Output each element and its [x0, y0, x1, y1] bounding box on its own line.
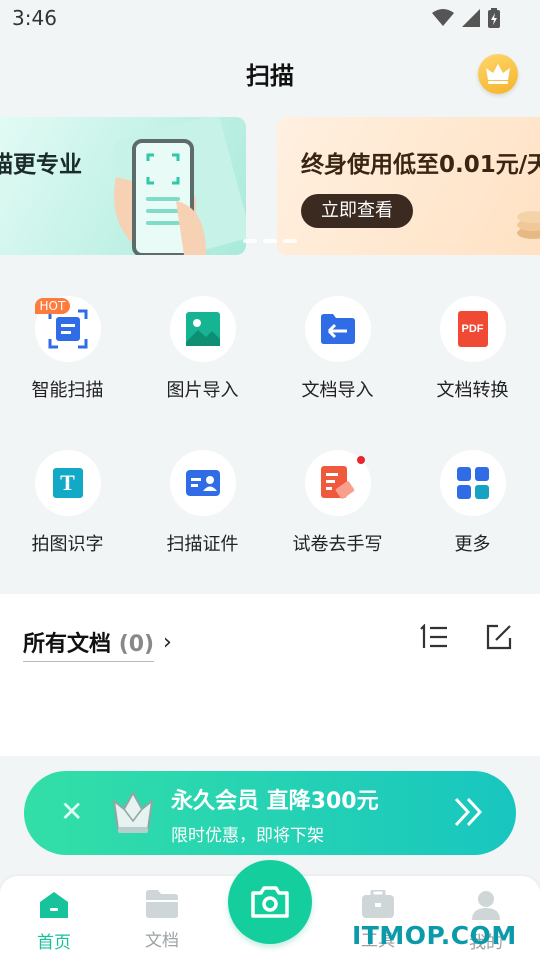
status-time: 3:46 — [12, 6, 57, 30]
tool-more[interactable]: 更多 — [405, 450, 540, 556]
tool-label: 更多 — [454, 534, 491, 555]
more-grid-icon — [456, 467, 489, 499]
tool-label: 文档导入 — [301, 380, 374, 401]
smart-scan-icon — [48, 309, 87, 349]
watermark: ITMOP.COM — [352, 921, 517, 950]
membership-promo-banner[interactable]: ✕ 永久会员 直降300元 限时优惠，即将下架 — [24, 771, 516, 855]
image-import-icon — [185, 312, 220, 346]
toolbox-icon — [362, 888, 394, 918]
home-icon — [40, 892, 68, 918]
phone-hand-illustration — [113, 117, 246, 255]
exam-erase-icon — [320, 466, 354, 499]
nav-home[interactable]: 首页 — [0, 890, 108, 953]
battery-icon — [488, 8, 500, 28]
tool-text-recognition[interactable]: T 拍图识字 — [0, 450, 135, 556]
nav-label: 首页 — [37, 933, 71, 953]
edit-icon[interactable] — [486, 624, 512, 650]
vip-crown-button[interactable] — [478, 54, 518, 94]
notification-dot — [356, 456, 365, 464]
status-icons — [432, 8, 500, 28]
status-bar: 3:46 — [0, 0, 540, 36]
camera-icon — [251, 886, 289, 918]
indicator-dot — [283, 239, 297, 243]
text-recognition-icon: T — [52, 468, 83, 498]
crown-icon — [486, 64, 510, 84]
tool-document-import[interactable]: 文档导入 — [270, 296, 405, 402]
documents-panel: 所有文档 (0) › — [0, 594, 540, 756]
tool-document-convert[interactable]: PDF 文档转换 — [405, 296, 540, 402]
promo-subtitle: 限时优惠，即将下架 — [171, 826, 324, 846]
promo-title: 永久会员 直降300元 — [171, 789, 379, 814]
close-icon[interactable]: ✕ — [60, 798, 83, 826]
document-count: (0) — [118, 632, 155, 657]
carousel-indicator — [243, 239, 297, 243]
sort-list-icon[interactable] — [419, 624, 449, 650]
camera-scan-button[interactable] — [228, 860, 312, 944]
app-header: 扫描 — [0, 48, 540, 98]
tool-smart-scan[interactable]: HOT 智能扫描 — [0, 296, 135, 402]
signal-icon — [462, 9, 480, 27]
all-documents-title: 所有文档 — [23, 632, 112, 657]
wifi-icon — [432, 9, 454, 26]
profile-icon — [472, 891, 500, 920]
tool-label: 文档转换 — [436, 380, 509, 401]
banner-membership[interactable]: 终身使用低至0.01元/天 立即查看 — [277, 117, 540, 255]
tool-label: 扫描证件 — [166, 534, 239, 555]
tool-image-import[interactable]: 图片导入 — [135, 296, 270, 402]
hot-badge: HOT — [34, 298, 71, 314]
tool-id-scan[interactable]: 扫描证件 — [135, 450, 270, 556]
diamond-crown-icon — [112, 790, 154, 833]
tool-label: 试卷去手写 — [292, 534, 383, 555]
tool-exam-erase[interactable]: 试卷去手写 — [270, 450, 405, 556]
folder-icon — [146, 890, 178, 918]
id-card-icon — [185, 470, 220, 496]
banner-carousel[interactable]: 描更专业 终身使用低至0.01元/天 立即查看 — [0, 117, 540, 255]
banner-membership-text: 终身使用低至0.01元/天 — [301, 152, 540, 178]
page-title: 扫描 — [246, 62, 294, 90]
double-chevron-right-icon[interactable] — [452, 795, 484, 829]
banner-scan-text: 描更专业 — [0, 152, 82, 178]
banner-scan[interactable]: 描更专业 — [0, 117, 246, 255]
indicator-dot — [243, 239, 257, 243]
pdf-convert-icon: PDF — [457, 311, 488, 347]
view-now-button[interactable]: 立即查看 — [301, 194, 413, 228]
all-documents-link[interactable]: 所有文档 (0) — [23, 626, 155, 662]
tool-label: 拍图识字 — [31, 534, 104, 555]
coins-icon — [517, 211, 540, 239]
chevron-right-icon[interactable]: › — [163, 630, 172, 655]
indicator-dot-active — [263, 239, 277, 243]
document-import-icon — [320, 314, 355, 344]
nav-documents[interactable]: 文档 — [108, 890, 216, 951]
tool-label: 图片导入 — [166, 380, 239, 401]
nav-label: 文档 — [145, 931, 179, 951]
tool-label: 智能扫描 — [31, 380, 104, 401]
